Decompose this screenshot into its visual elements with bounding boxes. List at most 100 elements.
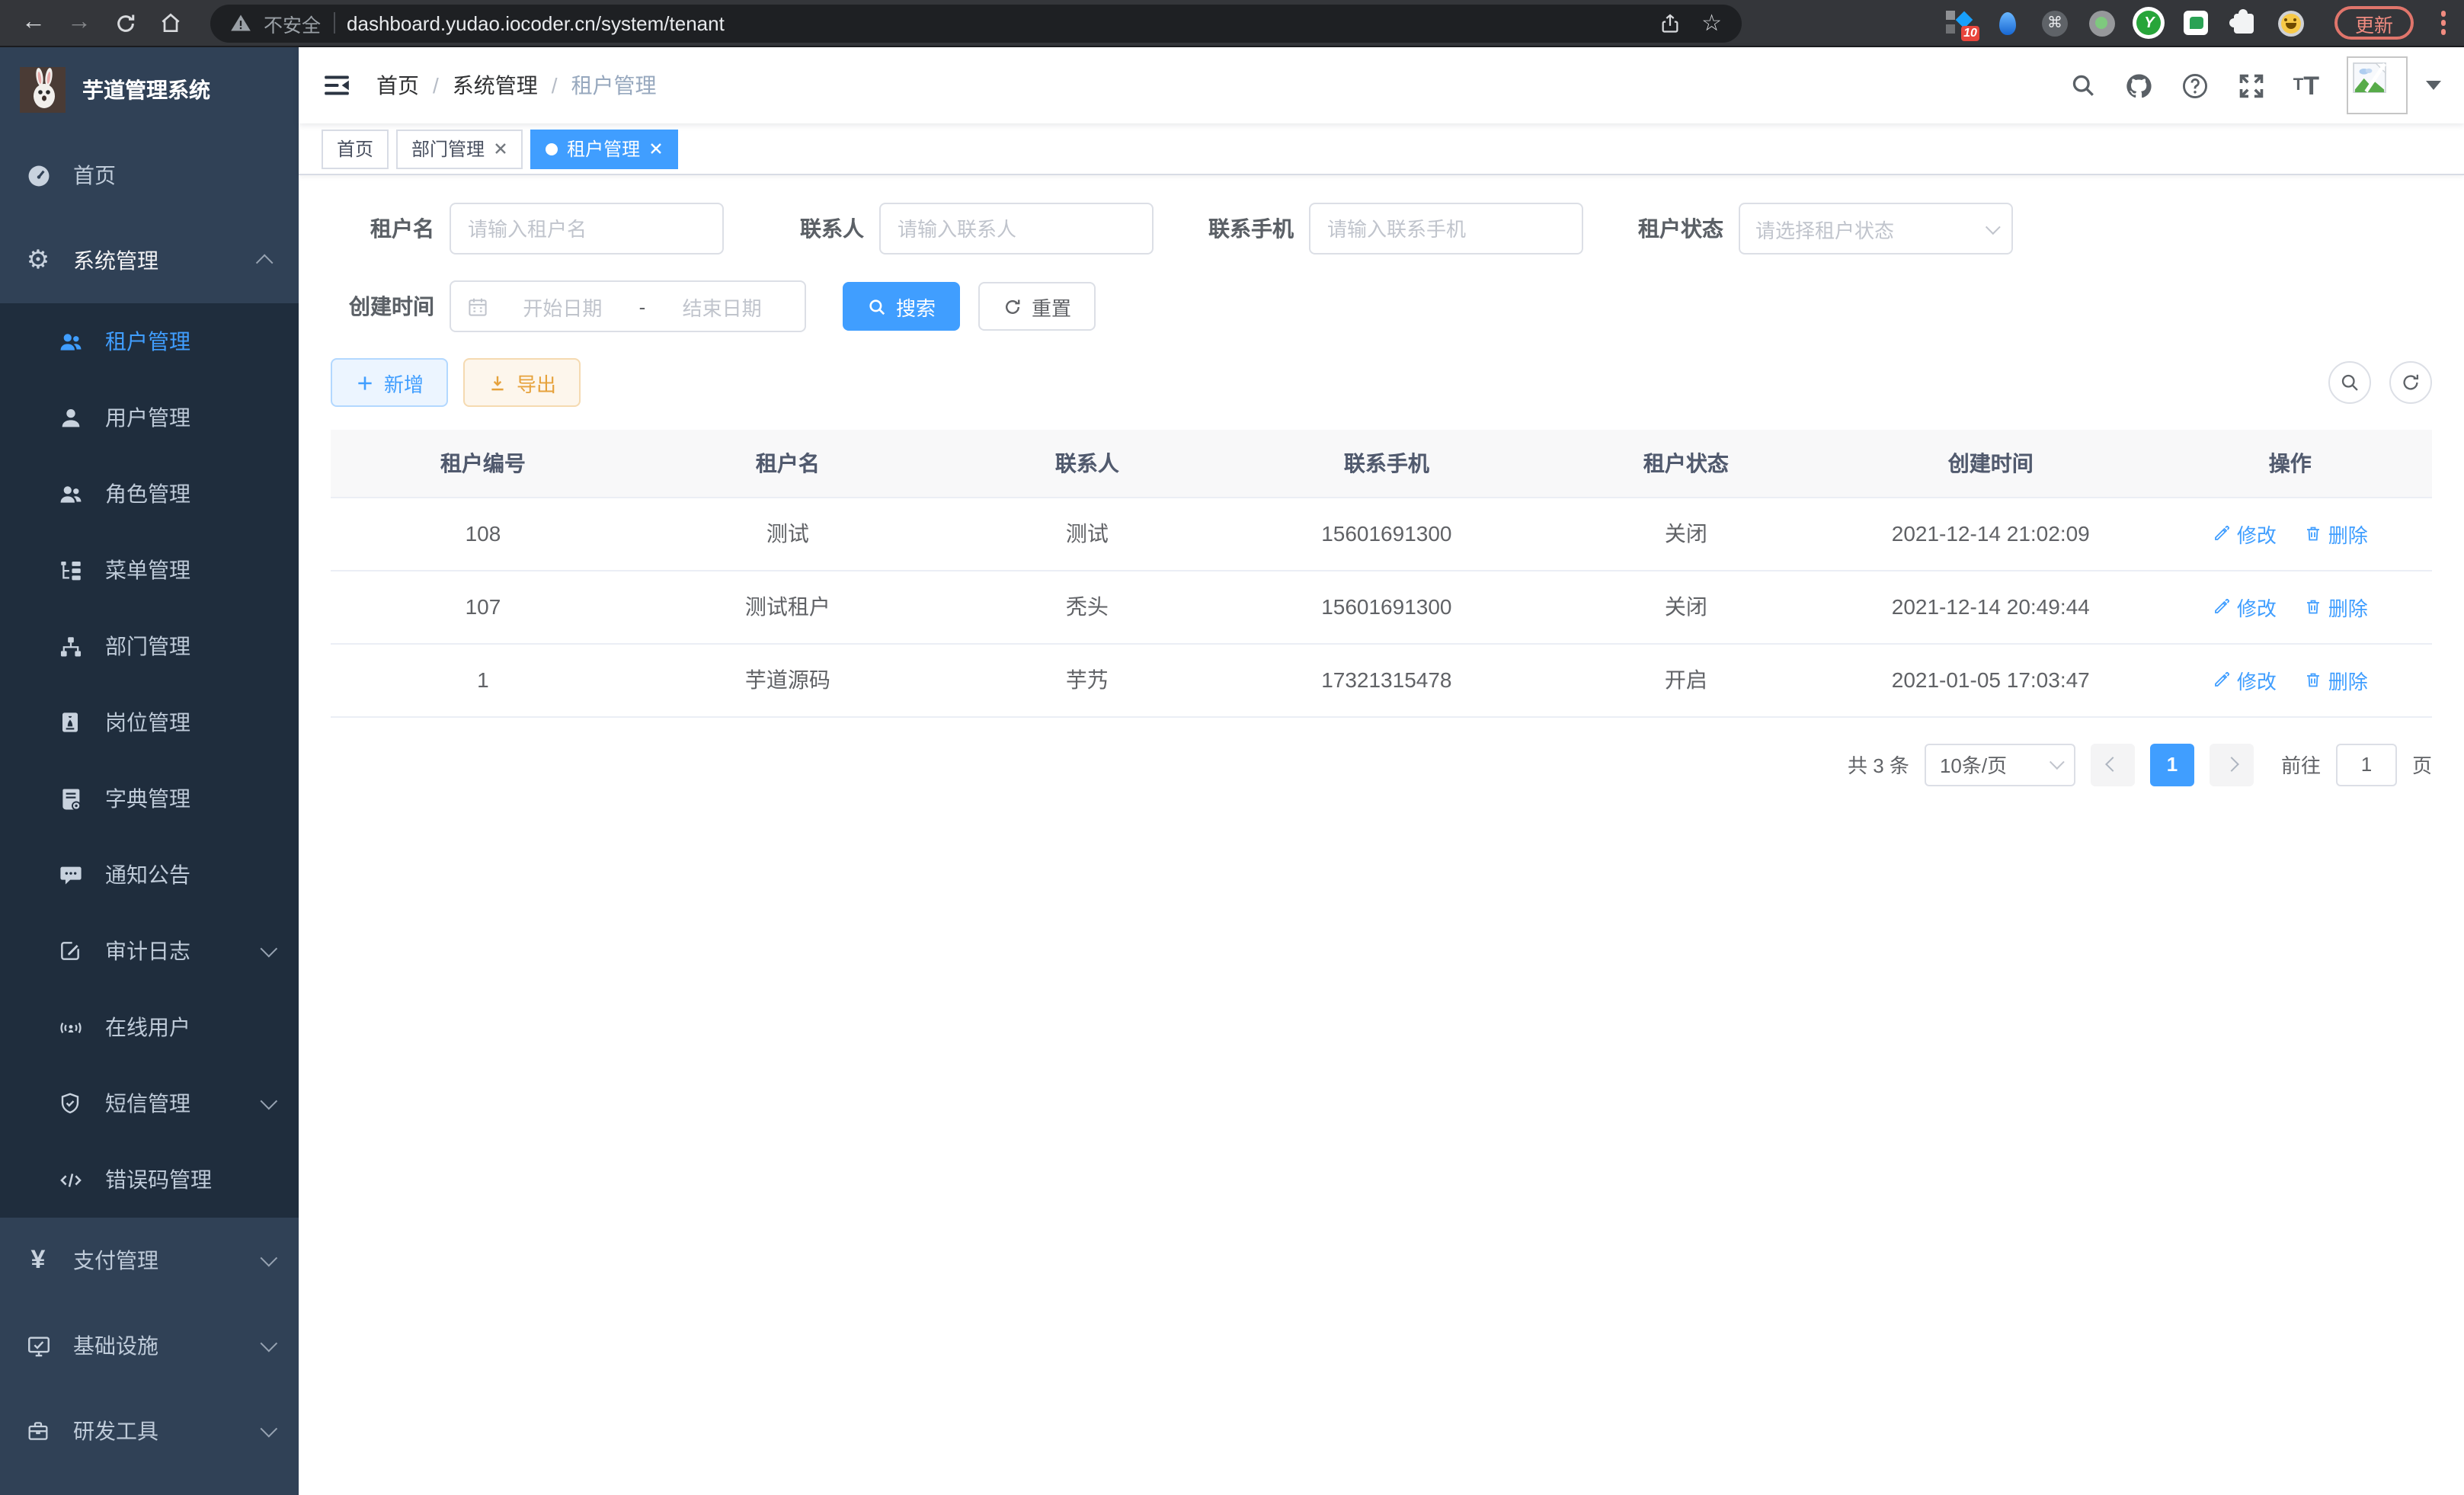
search-button[interactable]: 搜索 [843,282,960,331]
sidebar-group-label: 基础设施 [73,1330,158,1361]
sidebar-item-role[interactable]: 角色管理 [0,456,299,532]
end-date-placeholder: 结束日期 [654,292,789,321]
hamburger-fold-icon[interactable] [322,70,352,101]
cell-status: 关闭 [1539,497,1833,570]
ext-emoji-icon[interactable] [2277,9,2305,37]
close-icon[interactable] [494,142,507,155]
address-bar[interactable]: 不安全 dashboard.yudao.iocoder.cn/system/te… [210,4,1742,42]
edit-icon [2213,597,2231,616]
breadcrumb-system[interactable]: 系统管理 [453,70,538,101]
ext-puzzle-icon[interactable] [2230,9,2258,37]
role-users-icon [55,479,85,509]
sidebar-item-home[interactable]: 首页 [0,133,299,218]
status-select[interactable]: 请选择租户状态 [1739,203,2013,255]
font-size-icon[interactable]: TT [2293,72,2319,98]
page-size-select[interactable]: 10条/页 [1925,743,2075,786]
cell-status: 开启 [1539,643,1833,716]
edit-link[interactable]: 修改 [2213,519,2277,548]
sidebar-item-tenant[interactable]: 租户管理 [0,303,299,379]
help-icon[interactable] [2181,71,2210,100]
ext-blocks-icon[interactable]: 10 [1947,9,1974,37]
col-mobile: 联系手机 [1234,430,1539,497]
date-range-picker[interactable]: 开始日期 - 结束日期 [450,280,806,332]
filter-row-2: 创建时间 开始日期 - 结束日期 搜索 重置 [331,280,2432,332]
back-icon[interactable]: ← [15,5,52,41]
contact-mobile-input[interactable] [1309,203,1583,255]
browser-toolbar: ← → 不安全 dashboard.yudao.iocoder.cn/syste… [0,0,2464,47]
toggle-search-button[interactable] [2328,361,2371,404]
ext-y-icon[interactable]: Y [2136,9,2163,37]
cell-mobile: 15601691300 [1234,570,1539,643]
warning-icon [230,12,251,34]
contact-name-input[interactable] [879,203,1154,255]
home-icon[interactable] [152,5,189,41]
breadcrumb-current: 租户管理 [571,70,657,101]
avatar[interactable] [2347,56,2408,114]
bookmark-star-icon[interactable]: ☆ [1701,9,1722,37]
sidebar-item-menu[interactable]: 菜单管理 [0,532,299,608]
sidebar-item-post[interactable]: 岗位管理 [0,684,299,760]
sidebar-item-label: 角色管理 [105,479,190,509]
next-page-button[interactable] [2210,743,2254,786]
tab-home[interactable]: 首页 [322,129,389,168]
forward-icon[interactable]: → [61,5,98,41]
org-chart-icon [55,631,85,661]
delete-link[interactable]: 删除 [2304,519,2368,548]
sidebar-item-label: 错误码管理 [105,1164,212,1195]
cell-created: 2021-12-14 20:49:44 [1833,570,2149,643]
security-label[interactable]: 不安全 [264,8,321,37]
add-button[interactable]: 新增 [331,358,448,407]
github-icon[interactable] [2124,71,2153,100]
tenant-name-input[interactable] [450,203,724,255]
sidebar-item-dept[interactable]: 部门管理 [0,608,299,684]
ext-pin-icon[interactable] [1994,9,2021,37]
sidebar-group-infra[interactable]: 基础设施 [0,1303,299,1388]
tab-tenant[interactable]: 租户管理 [530,129,678,168]
reset-button[interactable]: 重置 [978,282,1096,331]
sidebar-logo[interactable]: 芋道管理系统 [0,47,299,133]
ext-gray-dot-icon[interactable] [2088,9,2116,37]
edit-link[interactable]: 修改 [2213,665,2277,694]
breadcrumb-home[interactable]: 首页 [376,70,419,101]
sidebar-item-dict[interactable]: 字典管理 [0,760,299,837]
export-button[interactable]: 导出 [463,358,581,407]
delete-link[interactable]: 删除 [2304,665,2368,694]
share-icon[interactable] [1659,11,1680,34]
refresh-table-button[interactable] [2389,361,2432,404]
ext-command-icon[interactable]: ⌘ [2041,9,2069,37]
prev-page-button[interactable] [2091,743,2135,786]
page-content: 租户名 联系人 联系手机 租户状态 请选择租户状态 [299,175,2464,1495]
url-text[interactable]: dashboard.yudao.iocoder.cn/system/tenant [347,11,725,34]
chevron-down-icon [1986,219,2001,234]
close-icon[interactable] [649,142,663,155]
create-time-label: 创建时间 [331,291,434,322]
chrome-update-button[interactable]: 更新 [2335,6,2413,40]
sidebar-group-system[interactable]: ⚙ 系统管理 [0,218,299,303]
broken-image-icon [2353,62,2386,93]
menu-tree-icon [55,555,85,585]
table-row: 1 芋道源码 芋艿 17321315478 开启 2021-01-05 17:0… [331,643,2432,716]
edit-label: 修改 [2237,519,2277,548]
fullscreen-icon[interactable] [2237,71,2266,100]
dropdown-caret-icon[interactable] [2426,81,2441,90]
tab-dept[interactable]: 部门管理 [396,129,523,168]
start-date-placeholder: 开始日期 [495,292,630,321]
ext-chat-icon[interactable] [2183,9,2210,37]
sidebar-group-devtools[interactable]: 研发工具 [0,1388,299,1474]
sidebar-item-audit-log[interactable]: 审计日志 [0,913,299,989]
page-number-1[interactable]: 1 [2150,743,2194,786]
cell-mobile: 17321315478 [1234,643,1539,716]
sidebar-item-user[interactable]: 用户管理 [0,379,299,456]
sidebar-item-error-code[interactable]: 错误码管理 [0,1141,299,1218]
reload-icon[interactable] [107,5,143,41]
kebab-menu-icon[interactable] [2437,8,2449,38]
sidebar-group-payment[interactable]: ¥ 支付管理 [0,1218,299,1303]
delete-link[interactable]: 删除 [2304,592,2368,621]
sidebar-item-online-users[interactable]: 在线用户 [0,989,299,1065]
sidebar-item-sms[interactable]: 短信管理 [0,1065,299,1141]
goto-page-input[interactable] [2336,743,2397,786]
search-icon[interactable] [2069,72,2097,99]
edit-link[interactable]: 修改 [2213,592,2277,621]
online-users-icon [55,1012,85,1042]
sidebar-item-notice[interactable]: 通知公告 [0,837,299,913]
